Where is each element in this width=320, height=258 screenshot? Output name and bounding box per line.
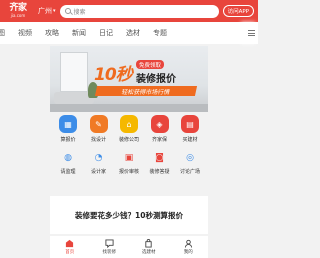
user-icon xyxy=(184,239,192,248)
logo-sub: jia.com xyxy=(10,13,26,18)
search-placeholder: 搜索 xyxy=(73,8,86,16)
service-audit[interactable]: ▣ 报价审核 xyxy=(115,151,143,175)
search-input[interactable]: 搜索 xyxy=(59,4,219,18)
service-designer[interactable]: ◔ 设计家 xyxy=(85,151,113,175)
city-selector[interactable]: 广州 ▾ xyxy=(38,6,56,16)
service-company[interactable]: ⌂ 装修公司 xyxy=(115,115,143,143)
service-label: 报价审核 xyxy=(118,169,139,175)
logo-main: 齐家 xyxy=(9,3,27,13)
bottom-nav: 首页 找装修 选建材 我的 xyxy=(50,236,208,258)
search-icon xyxy=(64,8,71,14)
cart-icon: ▤ xyxy=(181,115,199,133)
tab-diary[interactable]: 日记 xyxy=(99,28,113,38)
service-label: 找设计 xyxy=(90,137,106,143)
service-label: 算报价 xyxy=(60,137,76,143)
chevron-down-icon: ▾ xyxy=(53,8,56,14)
service-materials[interactable]: ▤ 买建材 xyxy=(176,115,204,143)
service-label: 讨论广场 xyxy=(179,169,200,175)
tab-guides[interactable]: 攻略 xyxy=(45,28,59,38)
service-row-1: ▦ 算报价 ✎ 找设计 ⌂ 装修公司 ◈ 齐家保 ▤ 买建材 xyxy=(50,115,208,143)
bottom-nav-home[interactable]: 首页 xyxy=(52,239,88,255)
bottom-nav-label: 找装修 xyxy=(102,250,117,255)
bottom-nav-mine[interactable]: 我的 xyxy=(170,239,206,255)
service-label: 装修答疑 xyxy=(149,169,170,175)
bottom-nav-materials[interactable]: 选建材 xyxy=(131,239,167,255)
discussion-icon: ◎ xyxy=(186,153,194,163)
banner-floor xyxy=(50,104,208,112)
top-header: 齐家 jia.com 广州 ▾ 搜索 访问APP xyxy=(0,0,258,22)
banner-window xyxy=(60,52,88,92)
page: 齐家 jia.com 广州 ▾ 搜索 访问APP 图 视频 攻略 新闻 日记 选… xyxy=(0,0,258,258)
service-label: 买建材 xyxy=(182,137,198,143)
headline-card[interactable]: 装修要花多少钱？10秒测算报价 xyxy=(50,196,208,234)
banner-badge: 免费领取 xyxy=(136,60,165,69)
supervisor-icon: ◍ xyxy=(64,153,72,163)
service-design[interactable]: ✎ 找设计 xyxy=(85,115,113,143)
designer-icon: ◔ xyxy=(94,153,103,163)
bottom-nav-find[interactable]: 找装修 xyxy=(91,239,127,255)
calculator-icon: ▦ xyxy=(59,115,77,133)
tab-videos[interactable]: 视频 xyxy=(18,28,32,38)
banner-big-text: 10秒 xyxy=(94,65,133,85)
service-row-2: ◍ 请监理 ◔ 设计家 ▣ 报价审核 ◙ 装修答疑 ◎ 讨论广场 xyxy=(50,151,208,175)
service-quote[interactable]: ▦ 算报价 xyxy=(54,115,82,143)
open-app-button[interactable]: 访问APP xyxy=(222,5,254,17)
shield-icon: ◈ xyxy=(150,115,169,133)
service-label: 设计家 xyxy=(90,169,106,175)
company-icon: ⌂ xyxy=(120,115,138,133)
bottom-nav-label: 选建材 xyxy=(142,250,156,255)
service-label: 装修公司 xyxy=(118,137,139,143)
menu-icon[interactable] xyxy=(244,22,258,44)
nav-tabs: 图 视频 攻略 新闻 日记 选材 专题 xyxy=(0,22,258,44)
tab-topics[interactable]: 专题 xyxy=(153,28,167,38)
tab-news[interactable]: 新闻 xyxy=(72,28,86,38)
tab-materials[interactable]: 选材 xyxy=(126,28,140,38)
bottom-nav-label: 我的 xyxy=(183,250,193,255)
city-label: 广州 xyxy=(38,7,52,15)
service-grid: ▦ 算报价 ✎ 找设计 ⌂ 装修公司 ◈ 齐家保 ▤ 买建材 ◍ 请监理 ◔ 设… xyxy=(50,115,208,175)
logo[interactable]: 齐家 jia.com xyxy=(0,0,36,22)
home-icon xyxy=(66,239,74,248)
chat-icon xyxy=(105,239,114,248)
promo-banner[interactable]: 10秒 免费领取 装修报价 轻松获得市场行情 xyxy=(50,46,208,112)
service-supervisor[interactable]: ◍ 请监理 xyxy=(54,151,82,175)
banner-strip: 轻松获得市场行情 xyxy=(94,86,198,96)
headline-title: 装修要花多少钱？10秒测算报价 xyxy=(75,210,183,220)
bottom-nav-label: 首页 xyxy=(65,250,75,255)
tab-images[interactable]: 图 xyxy=(0,28,5,38)
service-label: 请监理 xyxy=(60,169,76,175)
design-icon: ✎ xyxy=(89,115,108,133)
banner-price-text: 装修报价 xyxy=(136,74,176,85)
service-discussion[interactable]: ◎ 讨论广场 xyxy=(176,151,204,175)
service-qa[interactable]: ◙ 装修答疑 xyxy=(146,151,174,175)
qa-icon: ◙ xyxy=(155,153,164,163)
service-label: 齐家保 xyxy=(151,137,167,143)
audit-icon: ▣ xyxy=(124,153,134,163)
bag-icon xyxy=(145,239,152,248)
service-insurance[interactable]: ◈ 齐家保 xyxy=(146,115,174,143)
